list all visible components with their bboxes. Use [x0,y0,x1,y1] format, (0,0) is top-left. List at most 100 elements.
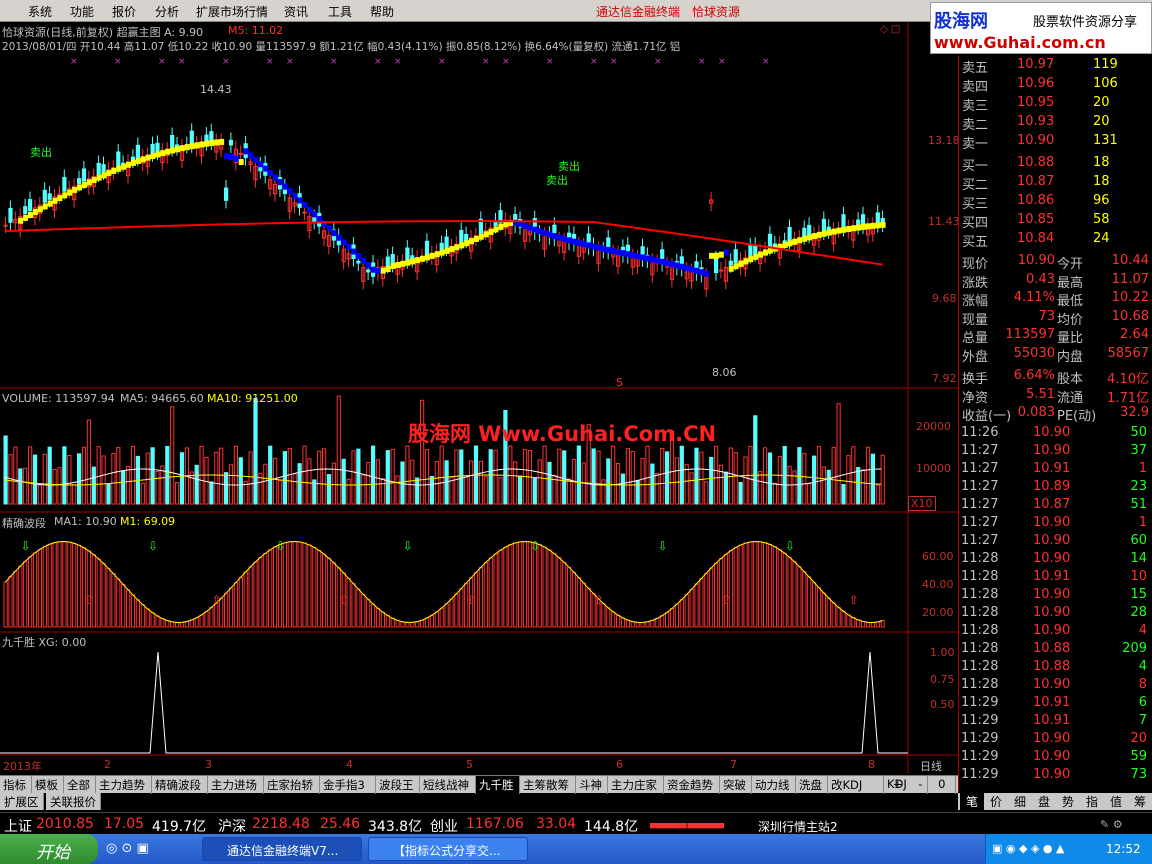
volume-bar [498,477,503,505]
panel-tab-1[interactable]: 价 [984,793,1008,810]
server-station[interactable]: 深圳行情主站2 [758,818,838,835]
tab-7[interactable]: 金手指3 [320,776,376,794]
trend-band-segment [836,227,842,234]
task-formula[interactable]: 【指标公式分享交... [368,837,528,861]
orderbook-row[interactable]: 卖一 10.90 131 [959,132,1152,152]
orderbook-row[interactable]: 买五 10.84 24 [959,230,1152,250]
tab-15[interactable]: 突破 [720,776,752,794]
level-price: 10.97 [1017,57,1055,72]
tab-1[interactable]: 模板 [32,776,64,794]
orderbook-row[interactable]: 卖三 10.95 20 [959,94,1152,114]
orderbook-row[interactable]: 买四 10.85 58 [959,211,1152,231]
panel-tab-7[interactable]: 筹 [1128,793,1152,810]
candle-body [28,199,33,212]
wave-bar [233,582,239,628]
menu-ext-market[interactable]: 扩展市场行情 [196,3,268,20]
menu-analysis[interactable]: 分析 [155,3,179,20]
tick-time: 11:27 [961,461,999,476]
panel-tab-0[interactable]: 笔 [960,793,984,810]
orderbook-row[interactable]: 买二 10.87 18 [959,173,1152,193]
orderbook-row[interactable]: 买一 10.88 18 [959,154,1152,174]
volume-bar [277,480,283,505]
tab-12[interactable]: 斗神 [576,776,608,794]
trend-band-segment [189,143,195,150]
trend-band-segment [224,153,229,160]
panel-tab-6[interactable]: 值 [1104,793,1128,810]
candle-body [772,243,777,247]
wave-bar [326,557,332,628]
tab-18[interactable]: 改KDJ [828,776,884,794]
trend-band-segment [57,195,63,202]
wave-bar [253,561,258,628]
orderbook-row[interactable]: 卖五 10.97 119 [959,56,1152,76]
volume-bar [366,462,371,505]
panel-tab-2[interactable]: 细 [1008,793,1032,810]
tab-11[interactable]: 主筹散筹 [520,776,576,794]
task-tdx[interactable]: 通达信金融终端V7... [202,837,362,861]
tab-related-quote[interactable]: 关联报价 [46,793,101,810]
orderbook-row[interactable]: 卖四 10.96 106 [959,75,1152,95]
trend-band-segment [537,228,543,235]
trend-band-segment [625,251,631,258]
start-button[interactable]: 开始 [0,834,98,864]
volume-bar [96,446,101,505]
status-tools-icon[interactable]: ✎ ⚙ [1100,818,1123,831]
period-label[interactable]: 日线 [920,758,942,774]
signal-dot: × [546,57,554,67]
chart-area[interactable]: × × × × × × × × × × × × × × × × × × × × ⇩ ⇧ ⇩ ⇧ ⇩ ⇧ ⇩ ⇧ ⇩ ⇧ ⇩ ⇧ ⇩ ⇧ 恰球资源(… [0,22,960,774]
menu-quote[interactable]: 报价 [112,3,136,20]
tick-price: 10.90 [1033,533,1071,548]
tab-13[interactable]: 主力庄家 [608,776,664,794]
tab-3[interactable]: 主力趋势 [96,776,152,794]
trend-band-segment [277,179,283,186]
tab-0[interactable]: 指标 [0,776,32,794]
tray-icons[interactable]: ▣ ◉ ◆ ◈ ● ▲ [992,842,1064,855]
tab-16[interactable]: 动力线 [752,776,796,794]
panel-tab-4[interactable]: 势 [1056,793,1080,810]
trend-band-segment [91,176,97,183]
quote-label: 涨幅 [962,294,989,309]
menu-help[interactable]: 帮助 [370,3,394,20]
quicklaunch-icon[interactable]: ◎ ⊙ ▣ [106,841,149,856]
wave-bar [777,549,782,628]
menu-function[interactable]: 功能 [70,3,94,20]
tab-extension[interactable]: 扩展区 [0,793,44,810]
tab-14[interactable]: 资金趋势 [664,776,720,794]
tab-10[interactable]: 九千胜 [476,776,520,794]
wave-bar [179,621,185,628]
volume-bar [758,471,763,505]
price-tick-4: 7.92 [932,372,957,385]
quote-value: 6.64% [1013,368,1055,383]
level-volume: 18 [1093,155,1110,170]
tab-6[interactable]: 庄家抬轿 [264,776,320,794]
tab-5[interactable]: 主力进场 [208,776,264,794]
menu-news[interactable]: 资讯 [284,3,308,20]
tab-scroll-icon[interactable]: + - 0 [890,776,956,794]
wave-bar [581,582,586,628]
window-controls-icon[interactable]: ◇ □ [880,24,900,35]
panel-tab-3[interactable]: 盘 [1032,793,1056,810]
menu-tools[interactable]: 工具 [328,3,352,20]
tab-2[interactable]: 全部 [64,776,96,794]
volume-bar [831,446,836,505]
trend-band-segment [326,225,332,232]
tick-price: 10.90 [1033,551,1071,566]
trend-band-segment [228,154,234,161]
tab-4[interactable]: 精确波段 [152,776,208,794]
panel-tab-5[interactable]: 指 [1080,793,1104,810]
vol-ma10-label: MA10: 91251.00 [207,392,298,405]
volume-bar [518,475,523,505]
volume-bar [116,447,121,505]
tab-9[interactable]: 短线战神 [420,776,476,794]
trend-band-segment [258,161,264,168]
tab-17[interactable]: 洗盘 [796,776,828,794]
menu-system[interactable]: 系统 [28,3,52,20]
tick-volume: 50 [1130,425,1147,440]
wave-bar [655,617,660,628]
tab-8[interactable]: 波段王 [376,776,420,794]
orderbook-row[interactable]: 卖二 10.93 20 [959,113,1152,133]
wave-bar [635,621,640,628]
jqs-tick-2: 0.75 [930,673,955,686]
orderbook-row[interactable]: 买三 10.86 96 [959,192,1152,212]
volume-bar [410,459,415,505]
